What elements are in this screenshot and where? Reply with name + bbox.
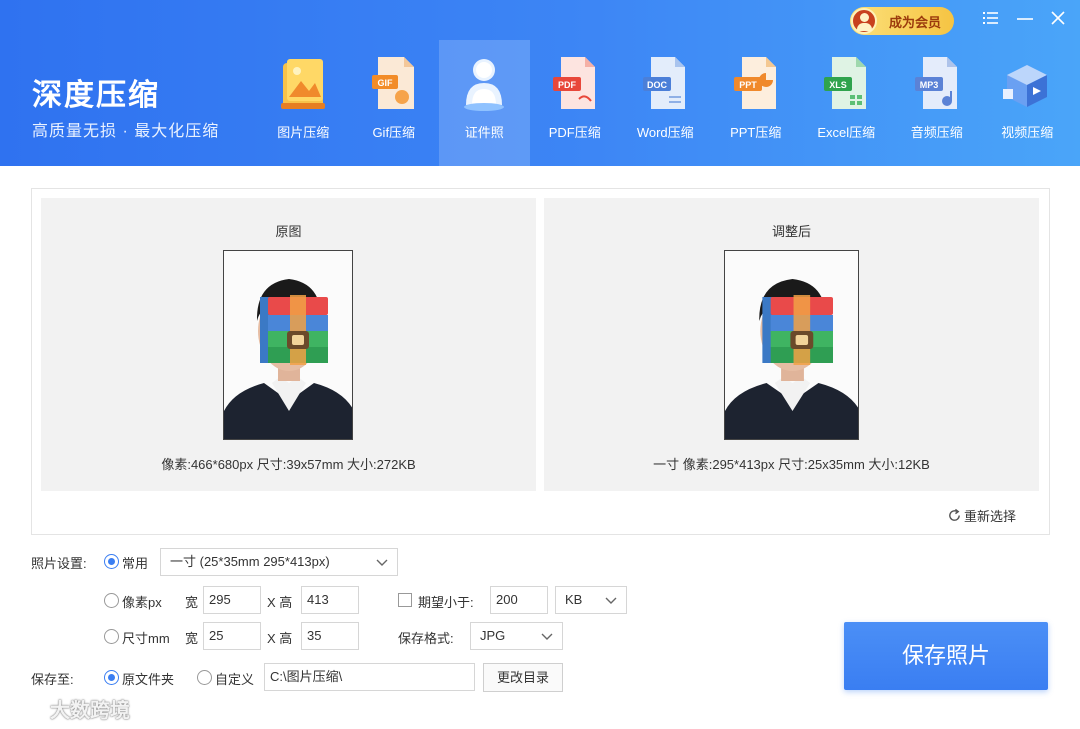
tab-gif-compress[interactable]: GIF Gif压缩 [349,40,440,166]
original-photo [223,250,353,440]
photo-settings-label: 照片设置: [31,556,87,571]
mp3-icon-text: MP3 [919,80,938,90]
adjusted-photo [724,250,859,440]
xls-icon-text: XLS [829,80,847,90]
tab-excel-compress[interactable]: XLS Excel压缩 [801,40,892,166]
pdf-file-icon: PDF [552,57,595,109]
adjusted-title: 调整后 [771,224,811,239]
tab-word-compress[interactable]: DOC Word压缩 [620,40,711,166]
tab-label: Word压缩 [636,125,694,140]
tab-label: 视频压缩 [1001,125,1054,140]
pixel-width-label: 宽 [185,595,199,610]
expect-size-input[interactable]: 200 [490,586,548,614]
save-path-input[interactable]: C:\图片压缩\ [264,663,475,691]
reselect-label: 重新选择 [964,509,1017,524]
tab-id-photo[interactable]: 证件照 [439,40,530,166]
tab-ppt-compress[interactable]: PPT PPT压缩 [711,40,802,166]
watermark: 大数跨境 [10,693,130,723]
pixel-width-input[interactable]: 295 [203,586,261,614]
tab-video-compress[interactable]: 视频压缩 [982,40,1073,166]
tab-label: PPT压缩 [730,125,782,140]
close-icon[interactable] [1047,9,1069,31]
size-height-label: X 高 [267,631,293,646]
common-label: 常用 [122,556,149,571]
minimize-icon[interactable] [1014,9,1036,31]
xls-file-icon: XLS [824,57,867,109]
app-title: 深度压缩 [32,79,160,112]
chevron-down-icon [605,597,617,604]
tab-label: 图片压缩 [277,125,330,140]
member-button-label: 成为会员 [889,14,942,30]
doc-file-icon: DOC [643,57,686,109]
menu-icon[interactable] [980,9,1002,31]
mp3-file-icon: MP3 [914,57,957,109]
avatar-icon [851,8,877,34]
chevron-down-icon [376,559,388,566]
feature-tabs: 图片压缩 GIF Gif压缩 证件照 PDF PDF压缩 DOC Word压缩 … [258,40,1073,166]
original-panel: 原图 像素:466*680px 尺寸:39x57mm 大小:272KB [41,198,536,491]
save-photo-button[interactable]: 保存照片 [844,622,1048,690]
size-height-input[interactable]: 35 [301,622,359,650]
tab-label: 证件照 [464,125,504,140]
custom-folder-label: 自定义 [215,672,255,687]
expect-size-checkbox[interactable] [398,593,412,607]
pixel-height-input[interactable]: 413 [301,586,359,614]
tab-pdf-compress[interactable]: PDF PDF压缩 [530,40,621,166]
watermark-text: 大数跨境 [50,699,130,722]
pixel-radio[interactable] [104,593,119,608]
original-info: 像素:466*680px 尺寸:39x57mm 大小:272KB [161,457,416,472]
size-mm-radio[interactable] [104,629,119,644]
custom-folder-radio[interactable] [197,670,212,685]
id-photo-icon [464,59,505,111]
preview-area: 原图 像素:466*680px 尺寸:39x57mm 大小:272KB 调整后 … [31,188,1050,535]
original-title: 原图 [275,224,302,239]
refresh-icon [949,508,960,521]
tab-label: PDF压缩 [548,125,601,140]
ppt-icon-text: PPT [739,80,757,90]
save-format-value: JPG [480,628,506,643]
app-subtitle: 高质量无损 · 最大化压缩 [32,123,220,140]
save-format-label: 保存格式: [398,631,454,646]
tab-audio-compress[interactable]: MP3 音频压缩 [892,40,983,166]
change-directory-button[interactable]: 更改目录 [483,663,563,692]
become-member-button[interactable]: 成为会员 [850,7,954,35]
size-unit-select[interactable]: KB [555,586,627,614]
pixel-height-label: X 高 [267,595,293,610]
doc-icon-text: DOC [647,80,668,90]
gif-icon-text: GIF [377,78,393,88]
pixel-label: 像素px [122,595,162,610]
app-header: 深度压缩 高质量无损 · 最大化压缩 成为会员 图片压缩 GIF Gif压缩 证… [0,0,1080,166]
adjusted-panel: 调整后 一寸 像素:295*413px 尺寸:25x35mm 大小:12KB [544,198,1039,491]
adjusted-info: 一寸 像素:295*413px 尺寸:25x35mm 大小:12KB [653,457,930,472]
size-width-label: 宽 [185,631,199,646]
archive-icon [762,295,833,365]
original-folder-radio[interactable] [104,670,119,685]
common-size-value: 一寸 (25*35mm 295*413px) [170,554,330,569]
watermark-logo-icon [10,698,42,718]
reselect-button[interactable]: 重新选择 [947,506,1016,525]
expect-size-label: 期望小于: [418,595,474,610]
save-to-label: 保存至: [31,672,74,687]
size-width-input[interactable]: 25 [203,622,261,650]
image-icon [281,59,326,109]
video-icon [1003,65,1048,107]
pdf-icon-text: PDF [558,80,577,90]
tab-label: 音频压缩 [910,125,963,140]
common-radio[interactable] [104,554,119,569]
tab-image-compress[interactable]: 图片压缩 [258,40,349,166]
size-unit-value: KB [565,592,583,607]
save-format-select[interactable]: JPG [470,622,563,650]
size-mm-label: 尺寸mm [122,631,170,646]
common-size-select[interactable]: 一寸 (25*35mm 295*413px) [160,548,398,576]
tab-label: Gif压缩 [372,125,416,140]
archive-icon [260,295,328,365]
tab-label: Excel压缩 [817,125,876,140]
original-folder-label: 原文件夹 [122,672,175,687]
gif-file-icon: GIF [371,57,414,109]
chevron-down-icon [541,633,553,640]
ppt-file-icon: PPT [733,57,776,109]
